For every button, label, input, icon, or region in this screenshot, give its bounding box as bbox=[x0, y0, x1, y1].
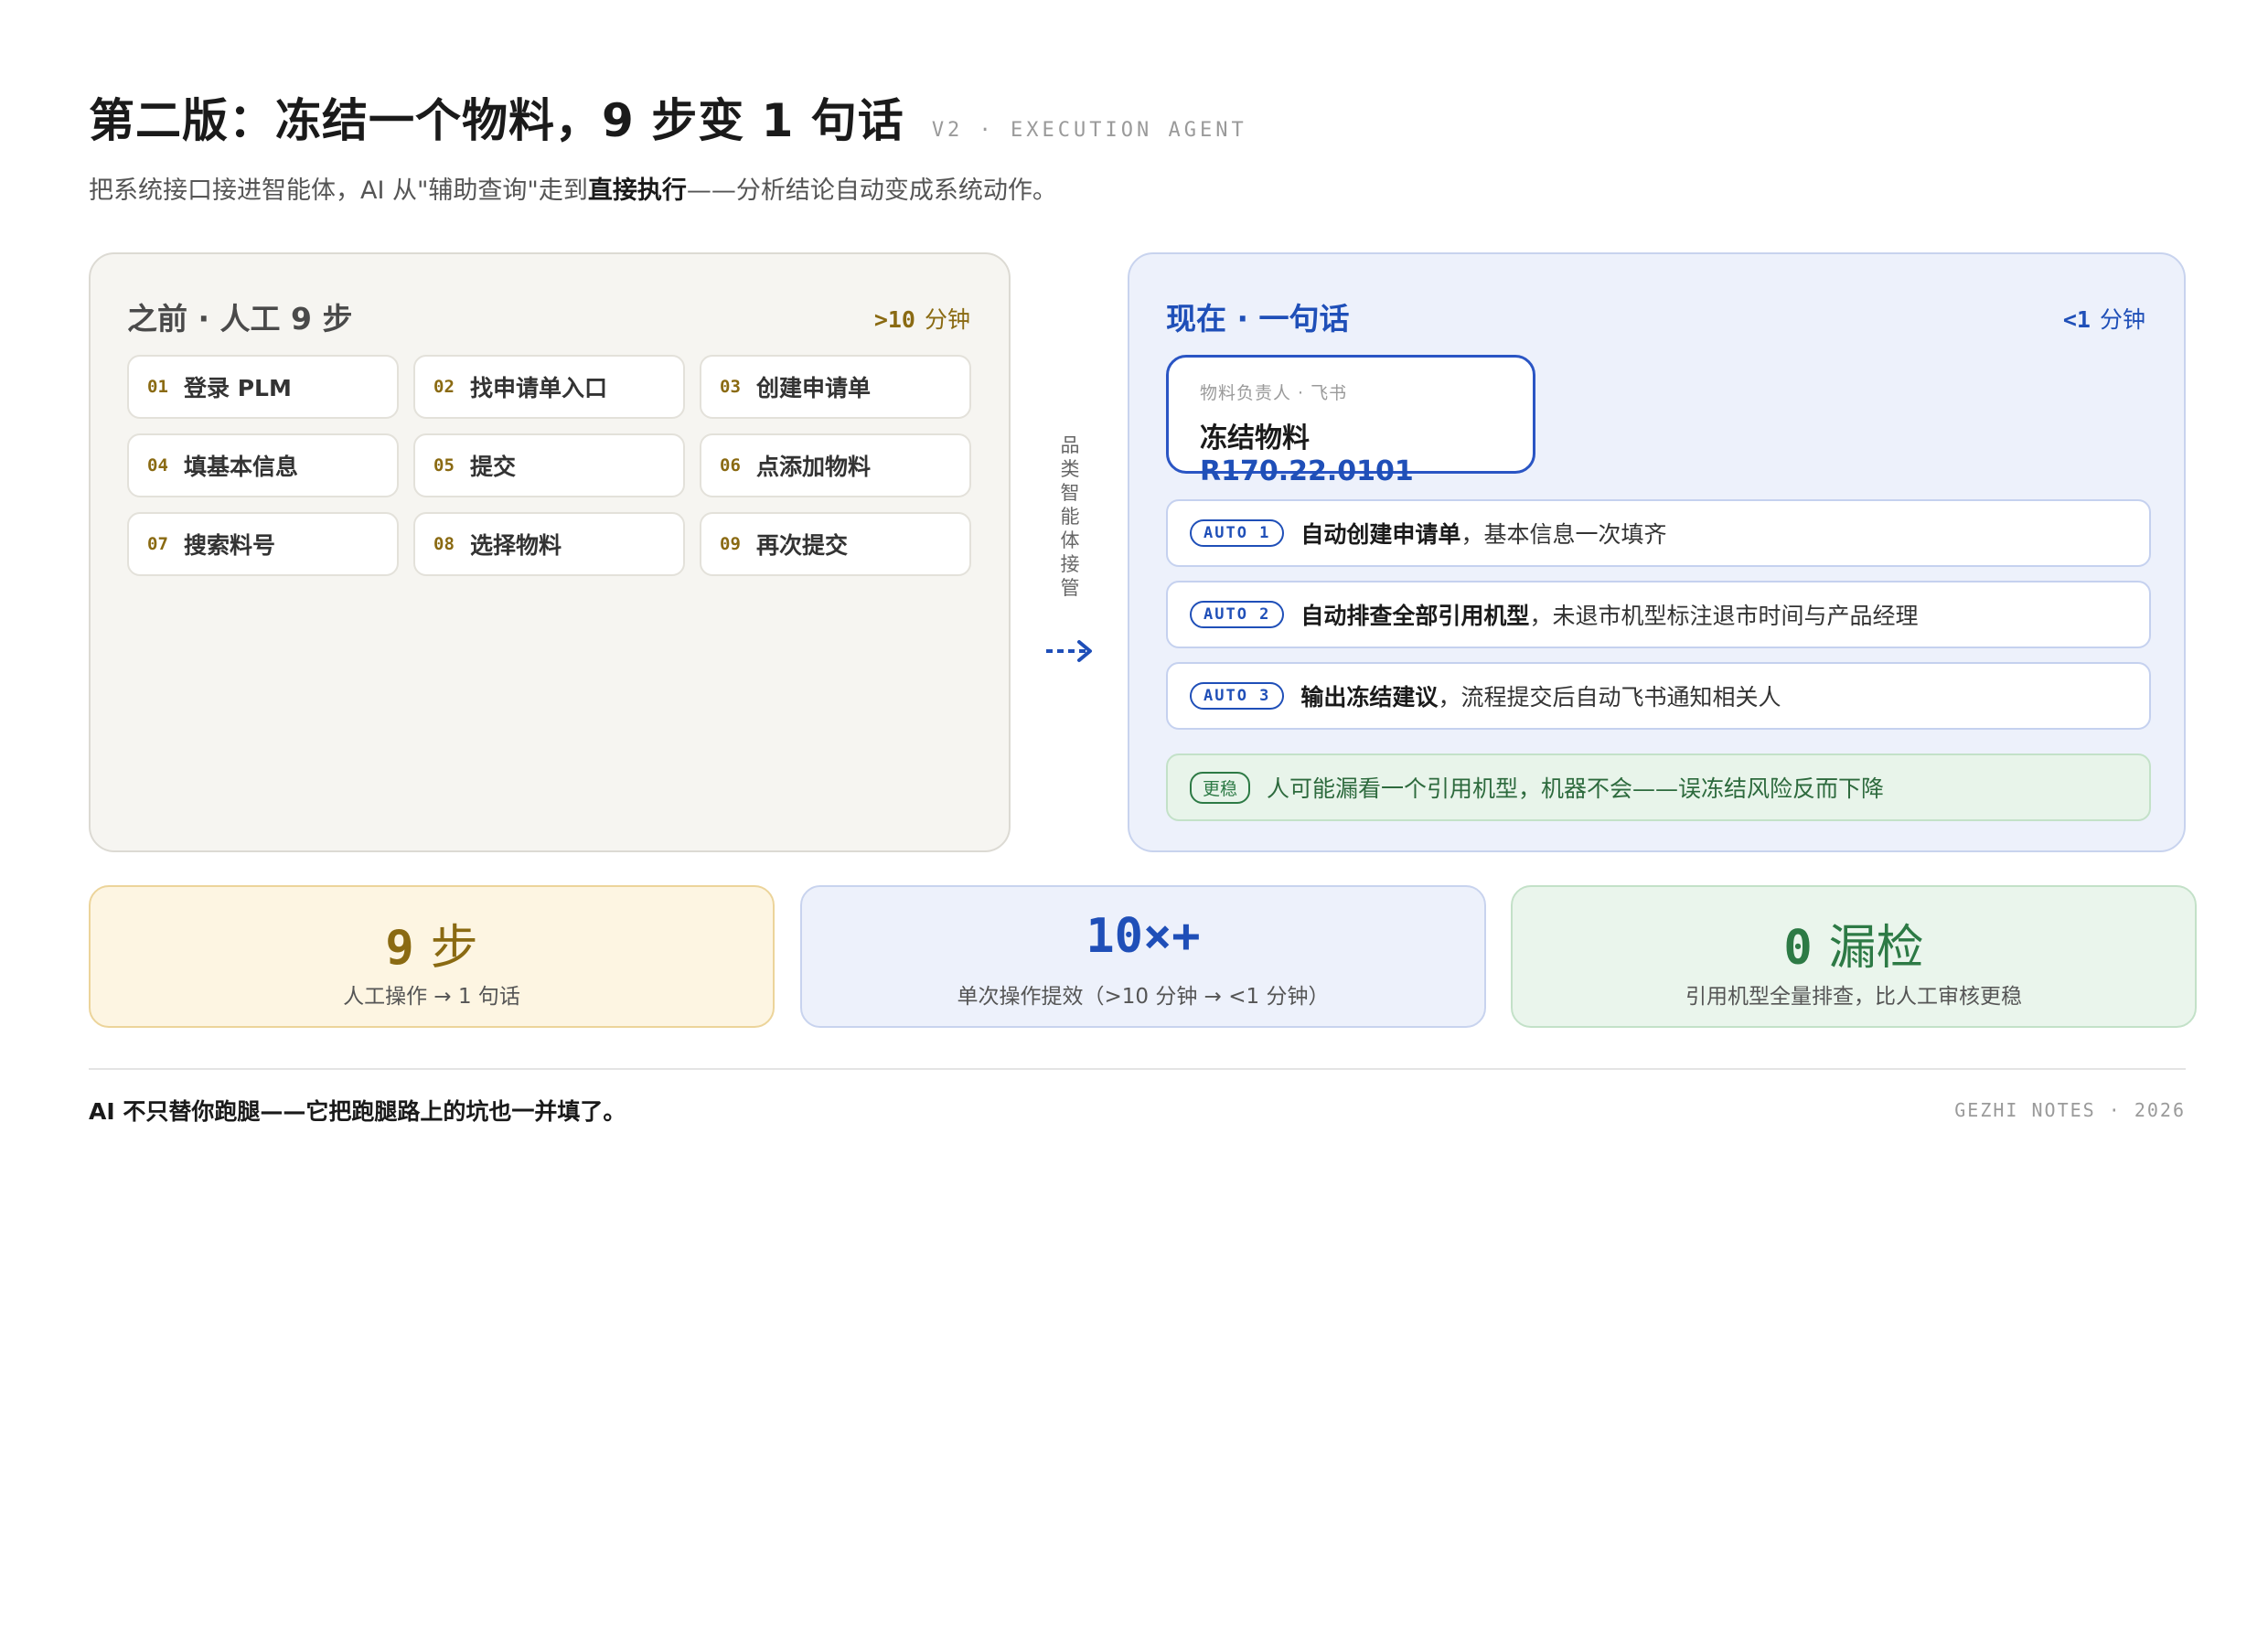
command-card: 物料负责人 · 飞书 冻结物料 R170.22.0101 bbox=[1166, 355, 1535, 487]
connector-char: 管 bbox=[1060, 577, 1080, 599]
auto-rest: ，流程提交后自动飞书通知相关人 bbox=[1438, 684, 1781, 711]
stat-card-efficiency: 10×+ 单次操作提效（>10 分钟 → <1 分钟） bbox=[800, 885, 1486, 1028]
stat-unit: 步 bbox=[430, 921, 478, 976]
step-card: 01 登录 PLM bbox=[127, 355, 399, 419]
stat-card-misses: 0 漏检 引用机型全量排查，比人工审核更稳 bbox=[1511, 885, 2197, 1028]
step-label: 登录 PLM bbox=[184, 375, 292, 401]
connector-char: 智 bbox=[1060, 482, 1080, 504]
auto-step: AUTO 1 自动创建申请单，基本信息一次填齐 bbox=[1166, 499, 2151, 567]
step-label: 创建申请单 bbox=[756, 375, 872, 401]
stat-number: 9 bbox=[385, 921, 414, 976]
footer-credit: GEZHI NOTES · 2026 bbox=[1954, 1099, 2186, 1121]
stable-badge: 更稳 bbox=[1190, 771, 1251, 804]
connector-char: 接 bbox=[1060, 553, 1080, 575]
now-panel: 现在 · 一句话 <1 分钟 物料负责人 · 飞书 冻结物料 R170.22.01… bbox=[1128, 252, 2186, 852]
now-heading: 现在 · 一句话 bbox=[1166, 301, 1350, 337]
auto-text: 输出冻结建议，流程提交后自动飞书通知相关人 bbox=[1300, 679, 1781, 712]
before-time: >10 分钟 bbox=[874, 302, 970, 335]
step-card: 06 点添加物料 bbox=[700, 433, 971, 497]
before-heading: 之前 · 人工 9 步 bbox=[127, 301, 353, 337]
before-time-value: >10 bbox=[873, 306, 915, 333]
stat-value: 9步 bbox=[91, 909, 773, 978]
step-card: 07 搜索料号 bbox=[127, 512, 399, 576]
step-card: 08 选择物料 bbox=[413, 512, 685, 576]
step-number: 08 bbox=[433, 534, 455, 554]
step-label: 提交 bbox=[470, 454, 517, 480]
step-label: 再次提交 bbox=[756, 532, 849, 559]
auto-text: 自动创建申请单，基本信息一次填齐 bbox=[1300, 517, 1666, 550]
stat-card-steps: 9步 人工操作 → 1 句话 bbox=[89, 885, 775, 1028]
auto-badge: AUTO 1 bbox=[1190, 519, 1285, 547]
auto-badge: AUTO 2 bbox=[1190, 601, 1285, 628]
step-card: 02 找申请单入口 bbox=[413, 355, 685, 419]
footer-divider bbox=[89, 1068, 2186, 1070]
now-time-value: <1 bbox=[2062, 306, 2091, 333]
stat-desc: 人工操作 → 1 句话 bbox=[343, 985, 520, 1009]
stat-value: 0 漏检 bbox=[1513, 909, 2195, 978]
now-time: <1 分钟 bbox=[2063, 302, 2145, 335]
subtitle-post: ——分析结论自动变成系统动作。 bbox=[686, 176, 1057, 205]
stat-number: 0 bbox=[1783, 921, 1813, 976]
connector-char: 品 bbox=[1060, 434, 1080, 456]
step-label: 点添加物料 bbox=[756, 454, 872, 480]
stat-value: 10×+ bbox=[802, 909, 1484, 964]
stable-text: 人可能漏看一个引用机型，机器不会——误冻结风险反而下降 bbox=[1267, 775, 1885, 802]
auto-rest: ，未退市机型标注退市时间与产品经理 bbox=[1529, 603, 1919, 629]
step-label: 选择物料 bbox=[470, 532, 562, 559]
auto-step: AUTO 2 自动排查全部引用机型，未退市机型标注退市时间与产品经理 bbox=[1166, 581, 2151, 648]
command-meta: 物料负责人 · 飞书 bbox=[1200, 383, 1348, 403]
subtitle-bold: 直接执行 bbox=[587, 176, 687, 205]
step-label: 搜索料号 bbox=[184, 532, 276, 559]
step-number: 01 bbox=[147, 377, 168, 397]
stable-note: 更稳 人可能漏看一个引用机型，机器不会——误冻结风险反而下降 bbox=[1166, 754, 2151, 821]
page-subtitle: 把系统接口接进智能体，AI 从"辅助查询"走到直接执行——分析结论自动变成系统动… bbox=[89, 170, 1057, 206]
stat-desc: 单次操作提效（>10 分钟 → <1 分钟） bbox=[957, 985, 1330, 1009]
step-number: 04 bbox=[147, 455, 168, 476]
command-code: R170.22.0101 bbox=[1200, 455, 1414, 487]
connector-char: 能 bbox=[1060, 506, 1080, 528]
stat-desc: 引用机型全量排查，比人工审核更稳 bbox=[1685, 985, 2022, 1009]
command-text: 冻结物料 R170.22.0101 bbox=[1200, 415, 1533, 487]
auto-text: 自动排查全部引用机型，未退市机型标注退市时间与产品经理 bbox=[1300, 598, 1918, 631]
step-number: 09 bbox=[720, 534, 741, 554]
step-label: 填基本信息 bbox=[184, 454, 299, 480]
page-title: 第二版：冻结一个物料，9 步变 1 句话 bbox=[89, 94, 904, 147]
connector-char: 体 bbox=[1060, 529, 1080, 551]
footer-tagline-pre: AI 不只替你跑腿—— bbox=[89, 1098, 306, 1125]
command-action: 冻结物料 bbox=[1200, 422, 1310, 454]
before-time-unit: 分钟 bbox=[924, 306, 970, 333]
subtitle-pre: 把系统接口接进智能体，AI 从"辅助查询"走到 bbox=[89, 176, 588, 205]
step-card: 03 创建申请单 bbox=[700, 355, 971, 419]
stat-number: 10×+ bbox=[1086, 909, 1201, 964]
step-grid: 01 登录 PLM 02 找申请单入口 03 创建申请单 04 填基本信息 05 提交 0… bbox=[127, 355, 971, 576]
auto-bold: 输出冻结建议 bbox=[1300, 684, 1439, 711]
now-time-unit: 分钟 bbox=[2099, 306, 2145, 333]
step-label: 找申请单入口 bbox=[470, 375, 608, 401]
connector-char: 类 bbox=[1060, 458, 1080, 480]
auto-badge: AUTO 3 bbox=[1190, 682, 1285, 710]
step-card: 05 提交 bbox=[413, 433, 685, 497]
stat-unit: 漏检 bbox=[1828, 921, 1924, 976]
step-number: 05 bbox=[433, 455, 455, 476]
step-number: 03 bbox=[720, 377, 741, 397]
auto-step: AUTO 3 输出冻结建议，流程提交后自动飞书通知相关人 bbox=[1166, 662, 2151, 730]
auto-rest: ，基本信息一次填齐 bbox=[1460, 521, 1667, 548]
auto-bold: 自动创建申请单 bbox=[1300, 521, 1461, 548]
step-number: 07 bbox=[147, 534, 168, 554]
header: 第二版：冻结一个物料，9 步变 1 句话 V2 · EXECUTION AGEN… bbox=[89, 84, 1247, 148]
before-panel: 之前 · 人工 9 步 >10 分钟 01 登录 PLM 02 找申请单入口 03 创建… bbox=[89, 252, 1011, 852]
step-card: 04 填基本信息 bbox=[127, 433, 399, 497]
connector-label: 品 类 智 能 体 接 管 bbox=[1052, 433, 1088, 600]
dashed-arrow-icon bbox=[1046, 640, 1092, 662]
step-card: 09 再次提交 bbox=[700, 512, 971, 576]
auto-bold: 自动排查全部引用机型 bbox=[1300, 603, 1530, 629]
footer-tagline: AI 不只替你跑腿——它把跑腿路上的坑也一并填了。 bbox=[89, 1094, 626, 1127]
footer-tagline-post: 它把跑腿路上的坑也一并填了。 bbox=[305, 1098, 626, 1125]
step-number: 02 bbox=[433, 377, 455, 397]
version-tag: V2 · EXECUTION AGENT bbox=[931, 119, 1247, 142]
step-number: 06 bbox=[720, 455, 741, 476]
